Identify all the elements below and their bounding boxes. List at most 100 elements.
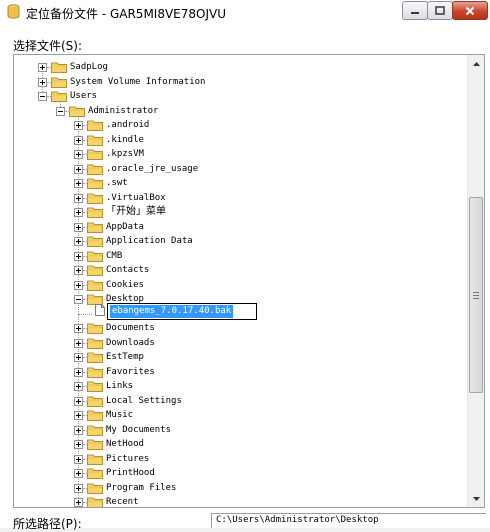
folder-icon bbox=[87, 380, 103, 392]
folder-icon bbox=[87, 235, 103, 247]
tree-item-label: Pictures bbox=[106, 453, 150, 464]
folder-icon bbox=[87, 453, 103, 465]
minimize-icon bbox=[411, 11, 419, 14]
expand-plus-icon[interactable] bbox=[74, 382, 83, 391]
tree-item[interactable]: .oracle_jre_usage bbox=[14, 162, 484, 176]
collapse-minus-icon[interactable] bbox=[38, 92, 47, 101]
folder-icon bbox=[87, 395, 103, 407]
tree-item-label: System Volume Information bbox=[70, 76, 206, 87]
folder-icon bbox=[87, 134, 103, 146]
expand-plus-icon[interactable] bbox=[74, 483, 83, 493]
expand-plus-icon[interactable] bbox=[74, 193, 83, 203]
maximize-icon bbox=[435, 6, 445, 15]
rename-edit-text[interactable]: ebangems_7.0.17.40.bak bbox=[110, 305, 234, 318]
tree-item[interactable]: Users bbox=[14, 89, 484, 103]
expand-plus-icon[interactable] bbox=[74, 324, 83, 333]
tree-item[interactable]: SadpLog bbox=[14, 60, 484, 74]
tree-item-label: 「开始」菜单 bbox=[106, 206, 166, 217]
expand-plus-icon[interactable] bbox=[74, 135, 83, 145]
maximize-button[interactable] bbox=[427, 1, 453, 20]
collapse-minus-icon[interactable] bbox=[56, 106, 65, 116]
tree-item[interactable]: .android bbox=[14, 118, 484, 132]
expand-plus-icon[interactable] bbox=[74, 179, 83, 188]
expand-plus-icon[interactable] bbox=[74, 425, 83, 435]
selected-path-label: 所选路径(P): bbox=[13, 517, 82, 531]
expand-plus-icon[interactable] bbox=[74, 498, 83, 507]
expand-plus-icon[interactable] bbox=[74, 411, 83, 420]
expand-plus-icon[interactable] bbox=[74, 251, 83, 261]
expand-plus-icon[interactable] bbox=[74, 266, 83, 275]
tree-item[interactable]: .VirtualBox bbox=[14, 191, 484, 205]
expand-plus-icon[interactable] bbox=[74, 280, 83, 290]
expand-plus-icon[interactable] bbox=[74, 454, 83, 464]
expand-plus-icon[interactable] bbox=[74, 222, 83, 232]
folder-icon bbox=[87, 467, 103, 479]
expand-plus-icon[interactable] bbox=[74, 121, 83, 130]
tree-item[interactable]: .kindle bbox=[14, 133, 484, 147]
tree-item-label: .kpzsVM bbox=[106, 149, 144, 159]
database-icon bbox=[7, 4, 20, 19]
tree-item[interactable]: Pictures bbox=[14, 452, 484, 466]
tree-item-label: Music bbox=[106, 410, 134, 420]
tree-item-label: .VirtualBox bbox=[106, 192, 166, 203]
tree-item[interactable]: 「开始」菜单 bbox=[14, 205, 484, 219]
expand-plus-icon[interactable] bbox=[74, 469, 83, 478]
rename-edit-box[interactable]: ebangems_7.0.17.40.bak bbox=[107, 303, 257, 320]
folder-icon bbox=[87, 351, 103, 363]
selected-path-field[interactable]: C:\Users\Administrator\Desktop bbox=[211, 513, 486, 528]
folder-icon bbox=[87, 337, 103, 349]
tree-item[interactable]: AppData bbox=[14, 220, 484, 234]
expand-plus-icon[interactable] bbox=[74, 150, 83, 159]
tree-item[interactable]: EstTemp bbox=[14, 350, 484, 364]
tree-item[interactable]: Downloads bbox=[14, 336, 484, 350]
expand-plus-icon[interactable] bbox=[74, 353, 83, 362]
tree-item[interactable]: PrintHood bbox=[14, 466, 484, 480]
folder-icon bbox=[87, 192, 103, 204]
tree-item[interactable]: NetHood bbox=[14, 437, 484, 451]
expand-plus-icon[interactable] bbox=[74, 338, 83, 348]
tree-item[interactable]: CMB bbox=[14, 249, 484, 263]
tree-item-label: CMB bbox=[106, 250, 123, 261]
tree-item-label: Cookies bbox=[106, 279, 144, 290]
tree-item[interactable]: Cookies bbox=[14, 278, 484, 292]
tree-item[interactable]: My Documents bbox=[14, 423, 484, 437]
file-select-label: 选择文件(S): bbox=[13, 39, 83, 53]
expand-plus-icon[interactable] bbox=[38, 63, 47, 72]
expand-plus-icon[interactable] bbox=[74, 367, 83, 377]
tree-item[interactable]: Music bbox=[14, 408, 484, 422]
expand-plus-icon[interactable] bbox=[74, 164, 83, 174]
expand-plus-icon[interactable] bbox=[74, 237, 83, 246]
tree-item-label: SadpLog bbox=[70, 62, 108, 72]
folder-icon bbox=[87, 482, 103, 494]
tree-item[interactable]: Favorites bbox=[14, 365, 484, 379]
expand-plus-icon[interactable] bbox=[38, 77, 47, 87]
tree-item-label: Administrator bbox=[88, 105, 159, 116]
collapse-minus-icon[interactable] bbox=[74, 295, 83, 304]
folder-icon bbox=[51, 90, 67, 102]
tree-item-label: My Documents bbox=[106, 424, 172, 435]
tree-item[interactable]: System Volume Information bbox=[14, 75, 484, 89]
tree-guide-line bbox=[78, 313, 92, 315]
tree-item-label: NetHood bbox=[106, 439, 144, 449]
tree-item-label: Documents bbox=[106, 323, 155, 333]
expand-plus-icon[interactable] bbox=[74, 396, 83, 406]
expand-plus-icon[interactable] bbox=[74, 208, 83, 217]
close-button[interactable] bbox=[452, 1, 488, 20]
file-icon bbox=[95, 304, 105, 316]
tree-item[interactable]: Administrator bbox=[14, 104, 484, 118]
folder-icon bbox=[87, 250, 103, 262]
folder-icon bbox=[87, 409, 103, 421]
tree-item[interactable]: .swt bbox=[14, 176, 484, 190]
tree-item[interactable]: Recent bbox=[14, 495, 484, 507]
tree-item[interactable]: Documents bbox=[14, 321, 484, 335]
tree-item[interactable]: Links bbox=[14, 379, 484, 393]
tree-item[interactable]: Application Data bbox=[14, 234, 484, 248]
tree-item[interactable]: Local Settings bbox=[14, 394, 484, 408]
file-tree[interactable]: SadpLog System Volume Information Users Adm… bbox=[13, 54, 485, 508]
tree-item[interactable]: Contacts bbox=[14, 263, 484, 277]
tree-item[interactable]: Program Files bbox=[14, 481, 484, 495]
minimize-button[interactable] bbox=[402, 1, 428, 20]
tree-item[interactable]: .kpzsVM bbox=[14, 147, 484, 161]
tree-item-label: Recent bbox=[106, 497, 139, 507]
expand-plus-icon[interactable] bbox=[74, 440, 83, 449]
